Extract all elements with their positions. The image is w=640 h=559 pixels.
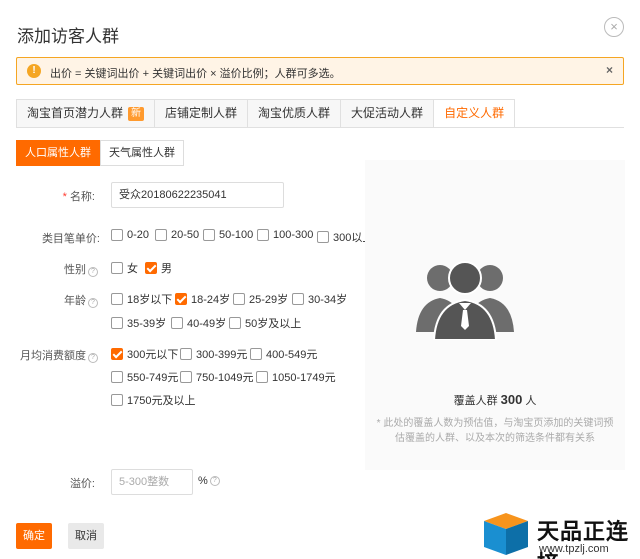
spend-option-1050-1749[interactable]: 1050-1749元 bbox=[256, 369, 336, 385]
premium-label: 溢价: bbox=[69, 478, 95, 490]
help-icon[interactable]: ? bbox=[88, 353, 98, 363]
coverage-count: 300 bbox=[500, 392, 523, 407]
subtab-weather[interactable]: 天气属性人群 bbox=[100, 140, 184, 166]
close-icon[interactable]: × bbox=[604, 17, 624, 37]
age-option-18-24[interactable]: 18-24岁 bbox=[175, 291, 230, 307]
audience-tabs: 淘宝首页潜力人群 新 店铺定制人群 淘宝优质人群 大促活动人群 自定义人群 bbox=[16, 99, 516, 128]
checkbox[interactable] bbox=[256, 371, 268, 383]
help-icon[interactable]: ? bbox=[88, 298, 98, 308]
checkbox-checked[interactable] bbox=[175, 293, 187, 305]
checkbox[interactable] bbox=[180, 371, 192, 383]
name-label: * 名称: bbox=[62, 191, 95, 203]
checkbox[interactable] bbox=[111, 262, 123, 274]
checkbox[interactable] bbox=[317, 231, 329, 243]
tab-custom[interactable]: 自定义人群 bbox=[433, 99, 516, 128]
age-option-25-29[interactable]: 25-29岁 bbox=[233, 291, 288, 307]
alert-text: 出价 = 关键词出价 + 关键词出价 × 溢价比例；人群可多选。 bbox=[50, 68, 341, 80]
checkbox[interactable] bbox=[111, 317, 123, 329]
tabs-divider bbox=[16, 127, 624, 128]
checkbox[interactable] bbox=[257, 229, 269, 241]
alert-close-icon[interactable]: × bbox=[606, 63, 613, 77]
age-option-40-49[interactable]: 40-49岁 bbox=[171, 315, 226, 331]
help-icon[interactable]: ? bbox=[88, 267, 98, 277]
watermark: 天品正连接 www.tpzlj.com bbox=[482, 510, 640, 559]
spend-option-750-1049[interactable]: 750-1049元 bbox=[180, 369, 254, 385]
checkbox[interactable] bbox=[111, 229, 123, 241]
gender-option-female[interactable]: 女 bbox=[111, 260, 138, 276]
audience-group-icon bbox=[416, 261, 514, 340]
tab-taobao-quality[interactable]: 淘宝优质人群 bbox=[247, 99, 341, 128]
checkbox[interactable] bbox=[111, 394, 123, 406]
checkbox[interactable] bbox=[203, 229, 215, 241]
watermark-logo bbox=[484, 513, 528, 555]
spend-option-1750-plus[interactable]: 1750元及以上 bbox=[111, 392, 195, 408]
age-option-50-plus[interactable]: 50岁及以上 bbox=[229, 315, 301, 331]
coverage-summary: 覆盖人群 300 人 bbox=[453, 392, 537, 407]
checkbox-checked[interactable] bbox=[145, 262, 157, 274]
age-option-30-34[interactable]: 30-34岁 bbox=[292, 291, 347, 307]
age-label: 年龄? bbox=[40, 292, 98, 308]
checkbox[interactable] bbox=[250, 348, 262, 360]
tab-promotion[interactable]: 大促活动人群 bbox=[340, 99, 434, 128]
age-option-under-18[interactable]: 18岁以下 bbox=[111, 291, 172, 307]
tab-homepage-potential[interactable]: 淘宝首页潜力人群 新 bbox=[16, 99, 155, 128]
checkbox[interactable] bbox=[111, 293, 123, 305]
price-option-100-300[interactable]: 100-300 bbox=[257, 229, 313, 241]
gender-label: 性别? bbox=[40, 261, 98, 277]
subtab-demographic[interactable]: 人口属性人群 bbox=[16, 140, 100, 166]
age-option-35-39[interactable]: 35-39岁 bbox=[111, 315, 166, 331]
price-option-50-100[interactable]: 50-100 bbox=[203, 229, 253, 241]
premium-unit: %? bbox=[198, 475, 220, 487]
checkbox[interactable] bbox=[233, 293, 245, 305]
new-badge: 新 bbox=[128, 106, 145, 121]
checkbox[interactable] bbox=[171, 317, 183, 329]
spend-option-under-300[interactable]: 300元以下 bbox=[111, 346, 178, 362]
help-icon[interactable]: ? bbox=[209, 476, 220, 486]
coverage-note: * 此处的覆盖人数为预估值，与淘宝页添加的关键词预估覆盖的人群、以及本次的筛选条… bbox=[376, 418, 614, 444]
watermark-url: www.tpzlj.com bbox=[539, 543, 609, 555]
confirm-button[interactable]: 确定 bbox=[16, 523, 52, 549]
gender-option-male[interactable]: 男 bbox=[145, 260, 172, 276]
checkbox[interactable] bbox=[229, 317, 241, 329]
checkbox[interactable] bbox=[155, 229, 167, 241]
checkbox[interactable] bbox=[292, 293, 304, 305]
spend-option-300-399[interactable]: 300-399元 bbox=[180, 346, 247, 362]
checkbox-checked[interactable] bbox=[111, 348, 123, 360]
spend-option-400-549[interactable]: 400-549元 bbox=[250, 346, 317, 362]
premium-input[interactable]: 5-300整数 bbox=[111, 469, 193, 495]
cancel-button[interactable]: 取消 bbox=[68, 523, 104, 549]
attribute-subtabs: 人口属性人群 天气属性人群 bbox=[16, 140, 184, 166]
spend-option-550-749[interactable]: 550-749元 bbox=[111, 369, 178, 385]
checkbox[interactable] bbox=[111, 371, 123, 383]
info-alert: ! 出价 = 关键词出价 + 关键词出价 × 溢价比例；人群可多选。 × bbox=[16, 57, 624, 85]
tab-store-custom[interactable]: 店铺定制人群 bbox=[154, 99, 248, 128]
warning-icon: ! bbox=[27, 64, 41, 78]
spend-label: 月均消费额度? bbox=[10, 347, 98, 363]
checkbox[interactable] bbox=[180, 348, 192, 360]
dialog-title: 添加访客人群 bbox=[17, 27, 119, 46]
add-visitor-audience-dialog: 添加访客人群 × ! 出价 = 关键词出价 + 关键词出价 × 溢价比例；人群可… bbox=[0, 0, 640, 559]
price-label: 类目笔单价: bbox=[41, 233, 100, 245]
price-option-20-50[interactable]: 20-50 bbox=[155, 229, 199, 241]
price-option-0-20[interactable]: 0-20 bbox=[111, 229, 149, 241]
name-input[interactable]: 受众20180622235041 bbox=[111, 182, 284, 208]
